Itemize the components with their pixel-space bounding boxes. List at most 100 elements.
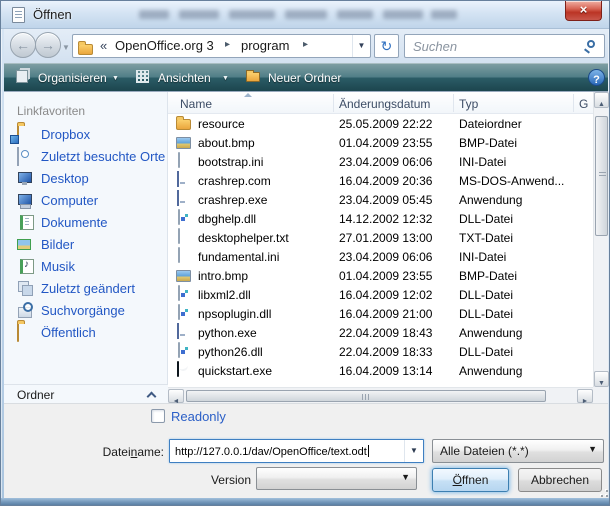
file-type: DLL-Datei [459,345,513,359]
sidebar-item[interactable]: Dropbox [4,124,168,146]
quickstart-icon [177,361,179,377]
close-button[interactable]: × [565,1,602,21]
scroll-down-button[interactable]: ▼ [594,371,609,387]
file-date: 23.04.2009 06:06 [339,250,432,264]
table-row[interactable]: npsoplugin.dll 16.04.2009 21:00 DLL-Date… [168,304,593,323]
file-type: DLL-Datei [459,212,513,226]
breadcrumb[interactable]: « OpenOffice.org 3 ▸ program ▸ ▼ [72,34,371,58]
file-name: bootstrap.ini [198,155,263,169]
arrow-down-icon: ▼ [598,380,605,387]
sidebar-item-label: Dropbox [41,127,90,142]
folders-expander[interactable]: Ordner [4,384,168,404]
file-date: 22.04.2009 18:43 [339,326,432,340]
filename-value: http://127.0.0.1/dav/OpenOffice/text.odt [175,446,367,458]
sidebar-item-label: Zuletzt geändert [41,281,135,296]
sidebar-item[interactable]: Desktop [4,168,168,190]
file-rows: resource 25.05.2009 22:22 Dateiordner ab… [168,114,593,380]
chevron-right-icon[interactable]: ▸ [225,39,230,50]
search-placeholder: Suchen [413,39,457,54]
horizontal-scroll-thumb[interactable] [186,390,546,402]
dialog-footer: Readonly Dateiname: http://127.0.0.1/dav… [4,403,608,498]
back-button[interactable]: ← [10,32,36,58]
column-header-type[interactable]: Typ [459,97,478,111]
table-row[interactable]: crashrep.com 16.04.2009 20:36 MS-DOS-Anw… [168,171,593,190]
cancel-button[interactable]: Abbrechen [518,468,602,492]
file-name: resource [198,117,245,131]
sidebar-item-label: Zuletzt besuchte Orte [41,149,165,164]
version-select[interactable]: ▼ [256,467,417,490]
open-button[interactable]: Öffnen [432,468,509,492]
column-headers: Name Änderungsdatum Typ G [168,92,593,114]
table-row[interactable]: intro.bmp 01.04.2009 23:55 BMP-Datei [168,266,593,285]
sidebar-item[interactable]: Zuletzt besuchte Orte [4,146,168,168]
column-header-date[interactable]: Änderungsdatum [339,97,430,111]
table-row[interactable]: python.exe 22.04.2009 18:43 Anwendung [168,323,593,342]
sidebar-item[interactable]: Computer [4,190,168,212]
filename-dropdown-button[interactable]: ▼ [404,440,423,462]
sidebar-item-label: Desktop [41,171,89,186]
organize-button[interactable]: Organisieren ▼ [14,67,126,89]
sidebar-item[interactable]: Musik [4,256,168,278]
app-icon [177,190,179,206]
horizontal-scrollbar[interactable]: ◄ ► [168,387,593,403]
column-header-name[interactable]: Name [180,97,212,111]
table-row[interactable]: fundamental.ini 23.04.2009 06:06 INI-Dat… [168,247,593,266]
forward-button[interactable]: → [35,32,61,58]
file-name: desktophelper.txt [198,231,289,245]
breadcrumb-overflow-chevron[interactable]: « [100,38,107,53]
sidebar-item-label: Computer [41,193,98,208]
chevron-right-icon[interactable]: ▸ [303,39,308,50]
breadcrumb-item[interactable]: OpenOffice.org 3 [115,38,214,53]
table-row[interactable]: crashrep.exe 23.04.2009 05:45 Anwendung [168,190,593,209]
file-type: INI-Datei [459,155,506,169]
table-row[interactable]: libxml2.dll 16.04.2009 12:02 DLL-Datei [168,285,593,304]
breadcrumb-item[interactable]: program [241,38,289,53]
sort-ascending-icon [244,93,252,97]
table-row[interactable]: resource 25.05.2009 22:22 Dateiordner [168,114,593,133]
scroll-right-button[interactable]: ► [577,389,593,403]
search-icon[interactable] [587,40,595,48]
filetype-select[interactable]: Alle Dateien (*.*) ▼ [432,439,604,463]
file-date: 23.04.2009 06:06 [339,155,432,169]
new-folder-button[interactable]: Neuer Ordner [244,67,362,89]
command-toolbar: Organisieren ▼ Ansichten ▼ Neuer Ordner … [4,63,608,91]
breadcrumb-dropdown-button[interactable]: ▼ [352,35,370,57]
chevron-down-icon: ▼ [588,444,597,454]
sidebar-item[interactable]: Zuletzt geändert [4,278,168,300]
file-type: MS-DOS-Anwend... [459,174,564,188]
forward-icon: → [41,37,55,53]
chevron-up-icon [147,392,157,402]
open-dialog-window: Öffnen × ← → ▼ « OpenOffice.org 3 ▸ prog… [0,0,610,506]
vertical-scroll-thumb[interactable] [595,116,608,236]
ini-text-icon [178,152,180,168]
search-input[interactable]: Suchen [404,34,605,58]
table-row[interactable]: desktophelper.txt 27.01.2009 13:00 TXT-D… [168,228,593,247]
sidebar-item[interactable]: Öffentlich [4,322,168,344]
sidebar-item[interactable]: Suchvorgänge [4,300,168,322]
scrollbar-corner [593,387,608,403]
column-header-size[interactable]: G [579,97,588,111]
sidebar-item-label: Suchvorgänge [41,303,125,318]
table-row[interactable]: python26.dll 22.04.2009 18:33 DLL-Datei [168,342,593,361]
history-dropdown[interactable]: ▼ [62,43,70,52]
resize-grip[interactable] [598,487,608,497]
refresh-button[interactable]: ↻ [374,34,399,58]
help-button[interactable]: ? [588,69,605,86]
table-row[interactable]: quickstart.exe 16.04.2009 13:14 Anwendun… [168,361,593,380]
msdos-app-icon [177,171,179,187]
readonly-checkbox[interactable] [151,409,165,423]
views-button[interactable]: Ansichten ▼ [134,67,234,89]
sidebar-item[interactable]: Dokumente [4,212,168,234]
file-date: 14.12.2002 12:32 [339,212,432,226]
title-bar[interactable]: Öffnen × [1,1,609,29]
scroll-up-button[interactable]: ▲ [594,92,609,108]
table-row[interactable]: dbghelp.dll 14.12.2002 12:32 DLL-Datei [168,209,593,228]
filename-input[interactable]: http://127.0.0.1/dav/OpenOffice/text.odt… [169,439,424,463]
vertical-scrollbar[interactable]: ▲ ▼ [593,92,608,387]
scroll-left-button[interactable]: ◄ [168,389,184,403]
sidebar-item[interactable]: Bilder [4,234,168,256]
text-caret [368,445,369,457]
table-row[interactable]: bootstrap.ini 23.04.2009 06:06 INI-Datei [168,152,593,171]
table-row[interactable]: about.bmp 01.04.2009 23:55 BMP-Datei [168,133,593,152]
music-icon [17,258,33,274]
